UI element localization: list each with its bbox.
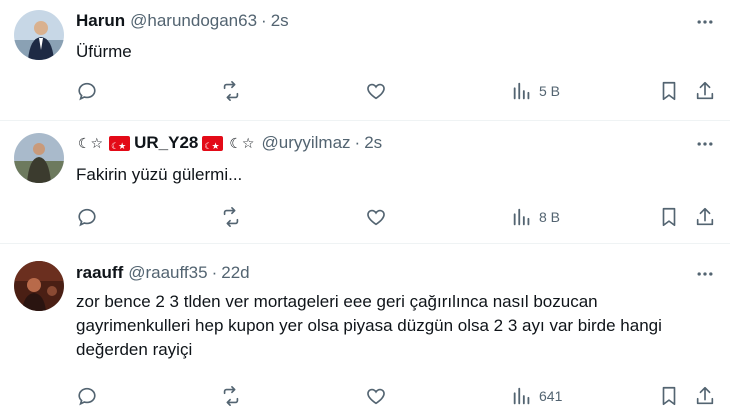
more-icon [697, 142, 713, 146]
display-name[interactable]: raauff [76, 262, 123, 284]
views-button[interactable]: 5 B [511, 79, 560, 103]
like-icon [367, 209, 385, 226]
retweet-button[interactable] [220, 205, 242, 229]
tweet-text: Fakirin yüzü gülermi... [76, 165, 243, 184]
like-button[interactable] [365, 384, 387, 408]
bookmark-icon [662, 386, 676, 406]
retweet-icon [223, 207, 239, 227]
bookmark-icon [662, 207, 676, 227]
share-icon [696, 207, 714, 226]
separator-dot: · [261, 11, 267, 30]
share-icon [696, 81, 714, 100]
tweet-text: zor bence 2 3 tlden ver mortageleri eee … [76, 292, 662, 359]
bookmark-button[interactable] [658, 79, 680, 103]
tweet-actions: 8 B [0, 205, 730, 229]
views-count: 641 [539, 388, 563, 404]
turkey-flag-icon [109, 135, 131, 157]
tweet-1[interactable]: Harun @harundogan63 · 2s Üfürme 5 B [0, 0, 730, 120]
bookmark-icon [662, 81, 676, 101]
share-button[interactable] [694, 384, 716, 408]
display-name[interactable]: UR_Y28 [134, 132, 198, 154]
timestamp[interactable]: 2s [364, 132, 382, 154]
timestamp[interactable]: 22d [221, 262, 249, 284]
like-button[interactable] [365, 205, 387, 229]
display-name[interactable]: Harun [76, 10, 125, 32]
tweet-text: Üfürme [76, 42, 132, 61]
views-button[interactable]: 641 [511, 384, 562, 408]
tweet-actions: 641 [0, 384, 730, 408]
like-icon [367, 388, 385, 405]
share-icon [696, 386, 714, 405]
reply-button[interactable] [76, 205, 98, 229]
retweet-icon [223, 386, 239, 406]
reply-icon [78, 387, 96, 406]
user-handle[interactable]: @uryyilmaz [261, 132, 350, 154]
retweet-icon [223, 81, 239, 101]
separator-dot: · [354, 133, 361, 152]
views-count: 8 B [539, 209, 561, 225]
more-options-button[interactable] [694, 11, 716, 33]
avatar[interactable] [14, 133, 64, 183]
share-button[interactable] [694, 205, 716, 229]
views-icon [513, 208, 530, 226]
views-icon [513, 82, 530, 100]
turkey-flag-icon [202, 135, 224, 157]
reply-button[interactable] [76, 79, 98, 103]
more-icon [697, 20, 713, 24]
tweet-3[interactable]: raauff @raauff35 · 22d zor bence 2 3 tld… [0, 244, 730, 420]
user-handle[interactable]: @harundogan63 [130, 10, 257, 32]
avatar[interactable] [14, 261, 64, 311]
more-options-button[interactable] [694, 133, 716, 155]
views-button[interactable]: 8 B [511, 205, 560, 229]
bookmark-button[interactable] [658, 205, 680, 229]
reply-icon [78, 208, 96, 227]
tweet-actions: 5 B [0, 79, 730, 103]
like-icon [367, 83, 385, 100]
retweet-button[interactable] [220, 384, 242, 408]
like-button[interactable] [365, 79, 387, 103]
user-handle[interactable]: @raauff35 [128, 262, 207, 284]
more-icon [697, 272, 713, 276]
reply-button[interactable] [76, 384, 98, 408]
name-suffix-symbols: ☾☆ [229, 135, 255, 151]
share-button[interactable] [694, 79, 716, 103]
timestamp[interactable]: 2s [271, 10, 289, 32]
name-prefix-symbols: ☾☆ [78, 135, 104, 151]
reply-icon [78, 82, 96, 101]
views-icon [513, 387, 530, 405]
tweet-2[interactable]: ☾☆ UR_Y28 ☾☆ @uryyilmaz · 2s Fakirin yüz… [0, 121, 730, 243]
retweet-button[interactable] [220, 79, 242, 103]
separator-dot: · [211, 263, 218, 282]
bookmark-button[interactable] [658, 384, 680, 408]
more-options-button[interactable] [694, 263, 716, 285]
views-count: 5 B [539, 83, 561, 99]
avatar[interactable] [14, 10, 64, 60]
